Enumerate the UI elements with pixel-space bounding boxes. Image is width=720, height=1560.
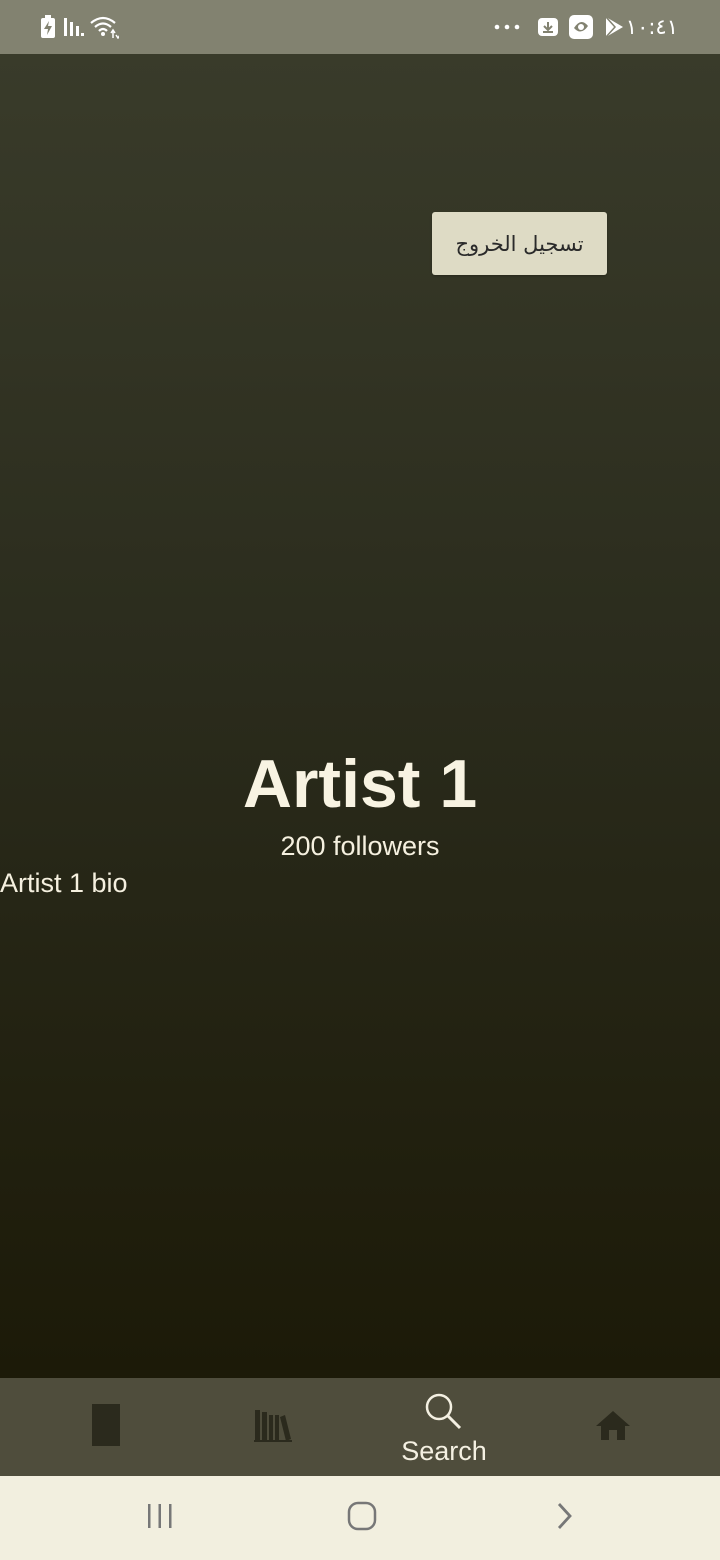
tab-search-label: Search bbox=[401, 1436, 487, 1466]
tab-library[interactable] bbox=[233, 1378, 313, 1476]
home-icon bbox=[595, 1409, 631, 1445]
tab-home[interactable] bbox=[573, 1378, 653, 1476]
recent-apps-button[interactable] bbox=[130, 1476, 190, 1560]
books-icon bbox=[253, 1407, 293, 1447]
battery-charging-icon bbox=[38, 0, 58, 54]
app-icon bbox=[567, 0, 595, 54]
download-icon bbox=[536, 0, 560, 54]
artist-followers: 200 followers bbox=[280, 831, 440, 861]
home-circle-icon bbox=[346, 1500, 378, 1536]
system-nav-bar bbox=[0, 1476, 720, 1560]
play-store-icon bbox=[603, 0, 625, 54]
status-bar: ١٠:٤١ bbox=[0, 0, 720, 54]
artist-page: تسجيل الخروج Artist 1 200 followers Arti… bbox=[0, 54, 720, 1378]
recent-apps-icon bbox=[145, 1502, 175, 1534]
square-block-icon bbox=[91, 1403, 121, 1451]
tab-now-playing[interactable] bbox=[66, 1378, 146, 1476]
signal-icon bbox=[63, 0, 85, 54]
back-nav-button[interactable] bbox=[534, 1476, 594, 1560]
logout-button[interactable]: تسجيل الخروج bbox=[432, 212, 607, 275]
more-dots-icon bbox=[493, 0, 521, 54]
tab-search[interactable]: Search bbox=[394, 1378, 494, 1476]
bottom-tab-bar: Search bbox=[0, 1378, 720, 1476]
status-time: ١٠:٤١ bbox=[625, 15, 678, 39]
back-chevron-icon bbox=[554, 1501, 574, 1535]
home-nav-button[interactable] bbox=[332, 1476, 392, 1560]
search-icon bbox=[424, 1392, 464, 1434]
wifi-icon bbox=[88, 0, 120, 54]
artist-bio: Artist 1 bio bbox=[0, 868, 128, 898]
artist-name: Artist 1 bbox=[242, 746, 478, 822]
